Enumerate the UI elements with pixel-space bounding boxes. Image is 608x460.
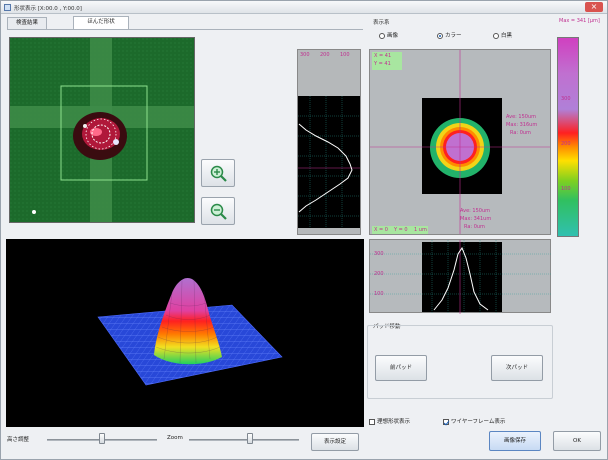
color-scale-bar xyxy=(557,37,579,237)
vprofile-tick: 300 xyxy=(374,251,384,257)
tab-label: 検査結果 xyxy=(15,20,38,26)
zoom-in-icon xyxy=(210,165,227,182)
close-button[interactable]: × xyxy=(585,2,603,12)
shape-display-window: 形状表示 [X:00.0 , Y:00.0] × 検査結果 ほんだ形状 300 … xyxy=(0,0,608,460)
tab-divider xyxy=(7,29,363,30)
vprofile-tick: 200 xyxy=(374,271,384,277)
save-image-button[interactable]: 画像保存 xyxy=(489,431,541,451)
map-stat: Max: 341um xyxy=(460,216,492,222)
max-height-label: Max = 341 [μm] xyxy=(559,18,600,24)
3d-shape-view[interactable] xyxy=(6,239,364,427)
title-bar[interactable]: 形状表示 [X:00.0 , Y:00.0] × xyxy=(1,1,607,14)
radio-mono[interactable]: 白黒 xyxy=(493,31,512,41)
colorbar-tick: 300 xyxy=(561,96,571,102)
button-label: 画像保存 xyxy=(503,438,526,444)
zoom-in-button[interactable] xyxy=(201,159,235,187)
prev-pad-button[interactable]: 前パッド xyxy=(375,355,427,381)
zoom-slider-thumb[interactable] xyxy=(246,433,253,444)
vprofile-tick: 100 xyxy=(374,291,384,297)
button-label: 前パッド xyxy=(389,365,412,371)
horizontal-profile-graph xyxy=(298,96,360,228)
button-label: 表示設定 xyxy=(323,439,346,445)
vertical-profile-panel: 300 200 100 xyxy=(369,239,552,314)
zoom-out-icon xyxy=(210,203,227,220)
radio-label: 画像 xyxy=(387,33,399,39)
map-stat: Ave: 150um xyxy=(506,114,537,120)
button-label: 次パッド xyxy=(505,365,528,371)
radio-label: カラー xyxy=(445,33,462,39)
3d-solder-mesh xyxy=(97,277,283,386)
height-adjust-slider-thumb[interactable] xyxy=(99,433,105,444)
colorbar-tick: 100 xyxy=(561,186,571,192)
checkbox[interactable] xyxy=(369,418,375,425)
checkbox-label: ワイヤーフレーム表示 xyxy=(451,419,506,425)
camera-image xyxy=(10,38,194,222)
button-label: OK xyxy=(573,438,581,444)
zoom-label: Zoom xyxy=(167,435,183,441)
horizontal-profile-panel: 300 200 100 xyxy=(297,49,361,235)
app-icon xyxy=(4,4,11,11)
next-pad-button[interactable]: 次パッド xyxy=(491,355,543,381)
height-adjust-label: 高さ調整 xyxy=(7,437,30,443)
radio-color[interactable]: カラー xyxy=(437,31,462,41)
camera-image-view[interactable] xyxy=(9,37,195,223)
radio-button[interactable] xyxy=(493,32,499,39)
radio-button[interactable] xyxy=(437,32,443,39)
ok-button[interactable]: OK xyxy=(553,431,601,451)
map-coord: X = 41 xyxy=(374,53,392,59)
height-map-view[interactable]: X = 41 Y = 41 Ave: 150um Max: 316um Ra: … xyxy=(369,49,551,235)
ideal-shape-checkbox[interactable]: 理想形状表示 xyxy=(369,417,410,425)
map-coord: X = 0 xyxy=(374,227,388,233)
radio-button[interactable] xyxy=(379,32,385,39)
map-unit: 1 um xyxy=(414,227,427,233)
map-coord: Y = 0 xyxy=(394,227,408,233)
close-icon: × xyxy=(590,2,598,11)
tab-inspection-result[interactable]: 検査結果 xyxy=(7,17,47,29)
checkbox-label: 理想形状表示 xyxy=(377,419,411,425)
colorbar-tick: 200 xyxy=(561,141,571,147)
zoom-slider-track[interactable] xyxy=(189,439,299,441)
vertical-profile-graph xyxy=(370,240,552,314)
display-section-label: 表示系 xyxy=(373,20,390,26)
radio-image[interactable]: 画像 xyxy=(379,31,398,41)
zoom-out-button[interactable] xyxy=(201,197,235,225)
map-stat: Ra: 0um xyxy=(464,224,485,230)
window-title: 形状表示 [X:00.0 , Y:00.0] xyxy=(14,6,82,12)
checkbox[interactable] xyxy=(443,418,449,425)
tab-label: ほんだ形状 xyxy=(87,19,115,25)
map-stat: Ave: 150um xyxy=(460,208,491,214)
map-stat: Ra: 0um xyxy=(510,130,531,136)
tab-solder-shape[interactable]: ほんだ形状 xyxy=(73,16,129,30)
map-stat: Max: 316um xyxy=(506,122,538,128)
radio-label: 白黒 xyxy=(501,33,513,39)
display-settings-button[interactable]: 表示設定 xyxy=(311,433,359,451)
map-coord: Y = 41 xyxy=(374,61,391,67)
wireframe-checkbox[interactable]: ワイヤーフレーム表示 xyxy=(443,417,505,425)
